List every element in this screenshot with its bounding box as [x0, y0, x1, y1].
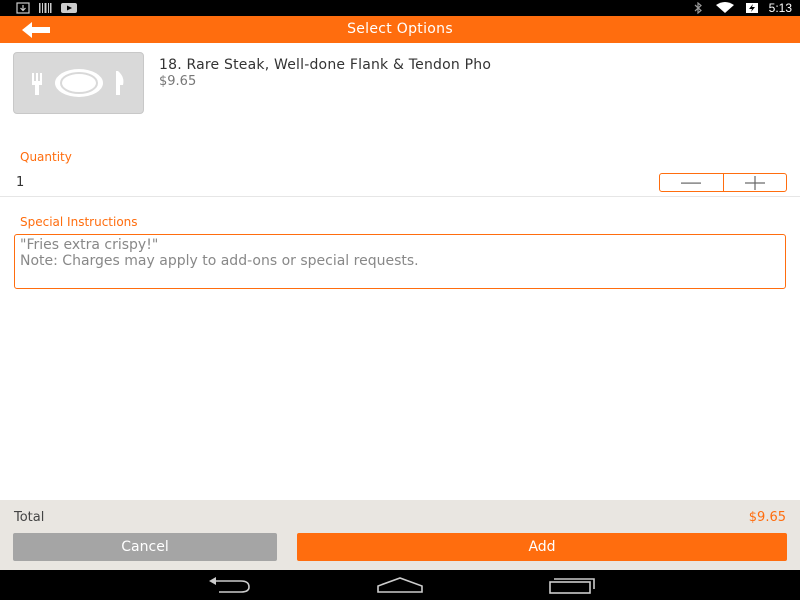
barcode-icon	[39, 3, 52, 13]
footer: Total $9.65 Cancel Add	[0, 500, 800, 570]
increment-button[interactable]	[722, 174, 787, 191]
nav-recents-button[interactable]	[548, 576, 596, 594]
nav-bar	[0, 570, 800, 600]
divider	[0, 196, 800, 197]
special-instructions-label: Special Instructions	[20, 215, 138, 229]
cancel-button[interactable]: Cancel	[13, 533, 277, 561]
quantity-stepper	[659, 173, 787, 192]
status-bar: 5:13	[0, 0, 800, 16]
add-button[interactable]: Add	[297, 533, 787, 561]
decrement-button[interactable]	[660, 174, 723, 191]
fork-plate-knife-icon	[32, 69, 124, 97]
total-value: $9.65	[748, 510, 786, 525]
total-label: Total	[14, 510, 45, 525]
item-name: 18. Rare Steak, Well-done Flank & Tendon…	[159, 57, 492, 73]
home-nav-icon	[377, 577, 423, 593]
wifi-icon	[715, 2, 734, 13]
status-left	[16, 2, 78, 14]
nav-home-button[interactable]	[376, 576, 424, 594]
bluetooth-icon	[694, 2, 702, 14]
item-price: $9.65	[159, 74, 197, 89]
download-icon	[16, 2, 30, 14]
page-title: Select Options	[347, 21, 453, 37]
app-bar: Select Options	[0, 16, 800, 43]
battery-charging-icon	[745, 3, 758, 13]
status-time: 5:13	[768, 1, 792, 15]
minus-icon	[681, 182, 702, 184]
quantity-value: 1	[16, 175, 25, 190]
special-instructions-input[interactable]: "Fries extra crispy!" Note: Charges may …	[14, 234, 786, 289]
back-nav-icon	[209, 577, 250, 593]
plus-icon	[744, 175, 765, 190]
status-right: 5:13	[691, 0, 792, 16]
nav-back-button[interactable]	[205, 576, 253, 594]
item-thumbnail	[13, 52, 144, 114]
recents-nav-icon	[549, 578, 595, 594]
quantity-label: Quantity	[20, 150, 72, 164]
video-icon	[61, 3, 77, 13]
